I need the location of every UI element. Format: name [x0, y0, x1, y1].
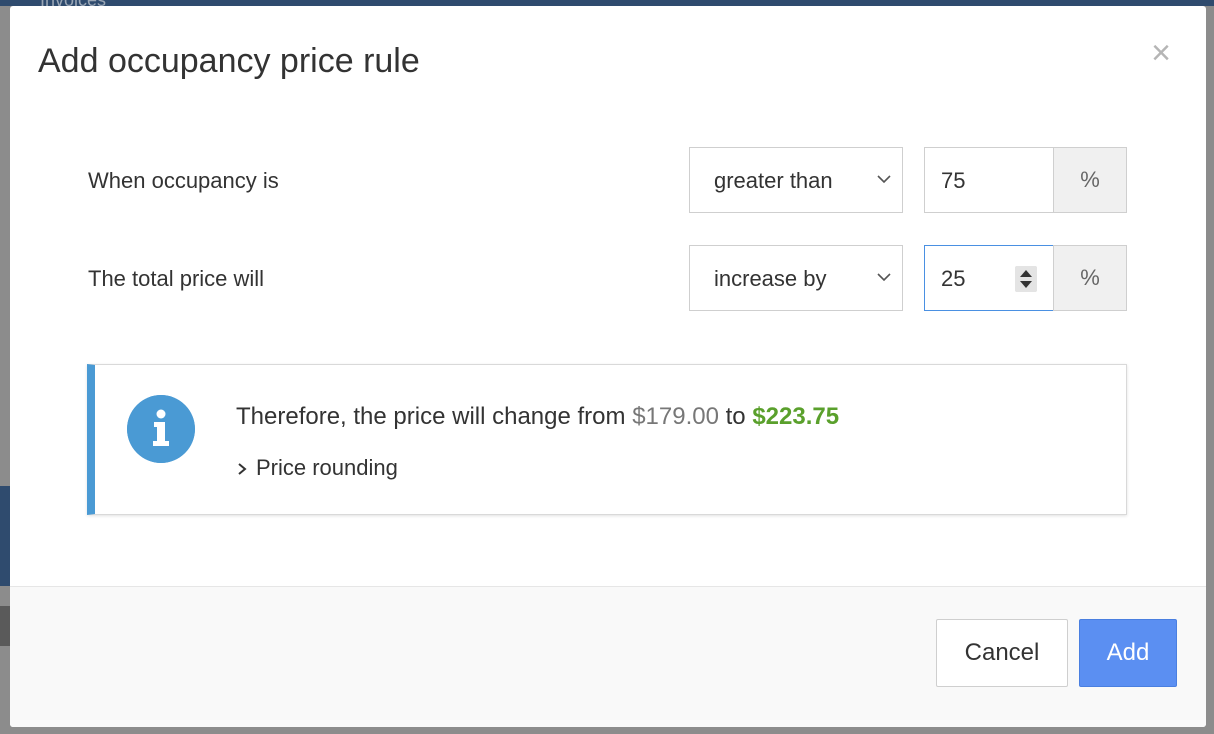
price-percent-value: 25	[941, 266, 966, 291]
chevron-down-icon	[877, 175, 891, 184]
new-price: $223.75	[752, 403, 840, 430]
occupancy-comparator-select[interactable]: greater than	[689, 147, 903, 213]
cancel-button[interactable]: Cancel	[936, 619, 1068, 687]
summary-connector: to	[725, 403, 746, 430]
price-adjustment-row: The total price will increase by 25 %	[10, 245, 1206, 313]
price-change-summary: Therefore, the price will change from $1…	[236, 403, 839, 431]
price-adjustment-label: The total price will	[88, 266, 265, 291]
price-percent-unit: %	[1053, 245, 1127, 311]
price-direction-value: increase by	[714, 266, 827, 291]
background-app-strip	[0, 486, 10, 586]
close-icon[interactable]: ×	[1146, 36, 1176, 70]
number-spinner-icon[interactable]	[1015, 266, 1037, 292]
price-direction-select[interactable]: increase by	[689, 245, 903, 311]
occupancy-percent-input[interactable]: 75	[924, 147, 1054, 213]
old-price: $179.00	[632, 403, 719, 430]
summary-prefix: Therefore, the price will change from	[236, 403, 626, 430]
occupancy-percent-value: 75	[941, 168, 966, 193]
price-percent-input[interactable]: 25	[924, 245, 1054, 311]
price-change-info-box: Therefore, the price will change from $1…	[87, 364, 1127, 515]
price-rounding-label: Price rounding	[256, 455, 398, 480]
modal-footer: Cancel Add	[10, 586, 1206, 727]
occupancy-condition-row: When occupancy is greater than 75 %	[10, 147, 1206, 215]
occupancy-condition-label: When occupancy is	[88, 168, 279, 193]
background-app-mark	[0, 606, 10, 646]
occupancy-percent-unit: %	[1053, 147, 1127, 213]
price-rounding-toggle[interactable]: Price rounding	[236, 455, 398, 481]
info-icon	[127, 395, 195, 463]
add-price-rule-modal: Add occupancy price rule × When occupanc…	[10, 6, 1206, 727]
modal-title: Add occupancy price rule	[38, 42, 420, 80]
chevron-right-icon	[238, 463, 247, 475]
add-button[interactable]: Add	[1079, 619, 1177, 687]
chevron-down-icon	[877, 273, 891, 282]
occupancy-comparator-value: greater than	[714, 168, 833, 193]
